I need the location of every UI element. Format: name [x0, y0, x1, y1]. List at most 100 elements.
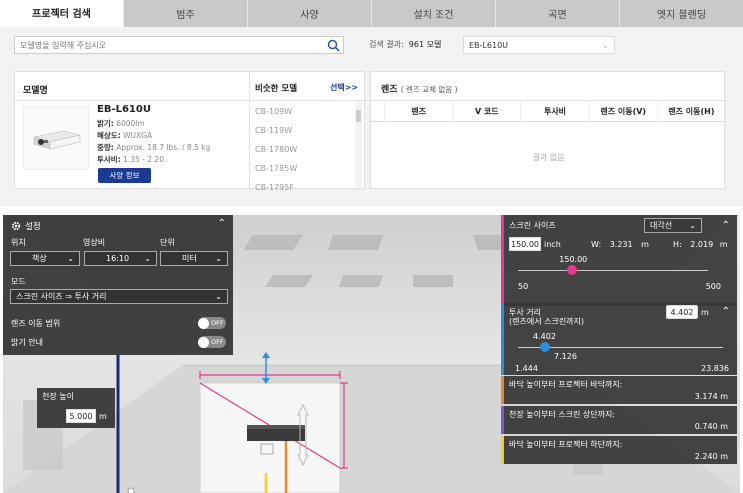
tab-category[interactable]: 범주	[124, 0, 248, 27]
result-label: 검색 결과:	[369, 40, 404, 49]
list-item[interactable]: CB-1780W	[255, 140, 355, 159]
chevron-down-icon: ⌄	[602, 40, 609, 50]
screen-type-select[interactable]: 대각선 ⌄	[644, 218, 702, 233]
result-count: 961 모델	[408, 40, 442, 49]
color-bar	[501, 406, 504, 434]
top-tab-bar: 프로젝터 검색 범주 사양 설치 조건 곡면 엣지 블렌딩	[0, 0, 743, 27]
slider-value-label: 150.00	[559, 255, 588, 264]
unit-label: 단위	[160, 238, 175, 247]
similar-models-header: 비슷한 모델	[255, 84, 298, 94]
column-header: 렌즈	[385, 101, 454, 121]
height-readout: H: 2.019 m	[673, 240, 728, 249]
spec-brightness: 밝기: 6000lm	[97, 118, 145, 129]
measurement-label: 천장 높이부터 스크린 상단까지:	[509, 410, 616, 419]
brightness-toggle[interactable]: OFF	[198, 336, 226, 348]
list-item[interactable]: CB-1785W	[255, 159, 355, 178]
tab-installation[interactable]: 설치 조건	[372, 0, 496, 27]
collapse-icon[interactable]: ⌃	[218, 218, 226, 229]
throw-sublabel: (렌즈에서 스크린까지)	[509, 317, 585, 326]
list-item[interactable]: CB-1795F	[255, 178, 355, 197]
aspect-value: 16:10	[106, 254, 130, 263]
spec-weight: 중량: Approx. 18.7 lbs. / 8.5 kg	[97, 142, 210, 153]
measurement-label: 바닥 높이부터 프로젝터 바닥까지:	[509, 380, 623, 389]
screen-size-input[interactable]: 150.00	[509, 237, 541, 251]
measurement-value: 3.174 m	[694, 392, 728, 401]
search-box	[14, 36, 344, 54]
throw-min-label: 4.402	[533, 332, 556, 341]
scroll-thumb[interactable]	[356, 110, 361, 122]
ceiling-unit: m	[99, 412, 107, 421]
measurement-label: 바닥 높이부터 프로젝터 하단까지:	[509, 440, 623, 449]
ceiling-height-box: 천장 높이 5.000 m	[37, 388, 115, 428]
divider	[15, 100, 366, 101]
tab-curved[interactable]: 곡면	[496, 0, 620, 27]
column-header: V 코드	[453, 101, 522, 121]
width-readout: W: 3.231 m	[591, 240, 649, 249]
tab-edge-blending[interactable]: 엣지 블렌딩	[620, 0, 743, 27]
slider-min: 1.444	[515, 364, 538, 373]
toggle-state: OFF	[211, 338, 224, 346]
model-select[interactable]: EB-L610U ⌄	[463, 36, 615, 54]
lens-title-text: 렌즈	[381, 85, 398, 95]
settings-panel: 설정 ⌃ 위치 영상비 단위 책상 ⌄ 16:10 ⌄ 미터 ⌄ 모드 스크린 사이즈…	[3, 215, 233, 355]
lens-box: 렌즈 ( 렌즈 교체 없음 ) 렌즈 V 코드 투사비 렌즈 이동(V) 렌즈 …	[370, 71, 727, 189]
position-select[interactable]: 책상 ⌄	[10, 251, 80, 266]
model-name: EB-L610U	[97, 104, 151, 115]
throw-slider-knob[interactable]	[540, 342, 551, 352]
throw-distance-section: 투사 거리 (렌즈에서 스크린까지) 4.402 m ⌃ 4.402 7.126…	[501, 303, 737, 375]
select-link[interactable]: 선택>>	[330, 82, 358, 93]
mode-select[interactable]: 스크린 사이즈 ⇒ 투사 거리 ⌄	[10, 289, 228, 304]
chevron-down-icon: ⌄	[215, 292, 222, 301]
color-bar	[501, 436, 504, 464]
screen-size-slider-track[interactable]	[518, 270, 708, 271]
unit-value: 미터	[182, 254, 197, 263]
toggle-state: OFF	[211, 319, 224, 327]
gear-icon	[11, 221, 21, 231]
w-unit: m	[641, 240, 649, 249]
spec-value: Approx. 18.7 lbs. / 8.5 kg	[116, 143, 211, 152]
screen-size-slider-knob[interactable]	[567, 265, 578, 275]
chevron-down-icon: ⌄	[215, 254, 222, 263]
spec-info-button[interactable]: 사양 정보	[98, 168, 151, 183]
throw-max-label: 7.126	[554, 352, 577, 361]
ceiling-to-screen-section: 천장 높이부터 스크린 상단까지: 0.740 m	[501, 406, 737, 434]
h-label: H:	[673, 240, 682, 249]
ceiling-height-input[interactable]: 5.000	[66, 409, 96, 423]
throw-distance-input[interactable]: 4.402	[666, 305, 698, 319]
search-input[interactable]	[15, 37, 323, 53]
aspect-label: 영상비	[83, 238, 106, 247]
chevron-down-icon: ⌄	[144, 254, 151, 263]
slider-max: 500	[705, 282, 721, 291]
spec-value: WUXGA	[123, 131, 153, 140]
spec-label: 투사비:	[97, 155, 121, 164]
toggle-knob	[198, 317, 209, 329]
list-item[interactable]: CB-109W	[255, 102, 355, 121]
scrollbar[interactable]	[355, 102, 362, 187]
projector-image	[23, 106, 89, 170]
lens-table-header: 렌즈 V 코드 투사비 렌즈 이동(V) 렌즈 이동(H)	[371, 100, 727, 122]
tab-specs[interactable]: 사양	[248, 0, 372, 27]
search-icon[interactable]	[323, 37, 343, 53]
list-item[interactable]: CB-119W	[255, 121, 355, 140]
tab-projector-search[interactable]: 프로젝터 검색	[0, 0, 124, 27]
inch-unit: inch	[544, 240, 561, 249]
similar-models-list: CB-109W CB-119W CB-1780W CB-1785W CB-179…	[255, 102, 355, 197]
color-bar	[501, 215, 504, 306]
model-select-value: EB-L610U	[469, 40, 509, 50]
header-spacer	[371, 101, 385, 121]
mode-label: 모드	[11, 277, 26, 286]
unit-select[interactable]: 미터 ⌄	[160, 251, 228, 266]
aspect-select[interactable]: 16:10 ⌄	[84, 251, 157, 266]
lens-shift-label: 렌즈 이동 범위	[11, 319, 61, 328]
floor-to-projector-bottom-section: 바닥 높이부터 프로젝터 하단까지: 2.240 m	[501, 436, 737, 464]
collapse-icon[interactable]: ⌃	[722, 220, 730, 231]
spec-resolution: 해상도: WUXGA	[97, 130, 152, 141]
slider-min: 50	[518, 282, 529, 291]
measurement-value: 0.740 m	[694, 422, 728, 431]
collapse-icon[interactable]: ⌃	[722, 306, 730, 317]
settings-title: 설정	[11, 220, 41, 232]
lens-shift-toggle[interactable]: OFF	[198, 317, 226, 329]
spec-label: 밝기:	[97, 119, 114, 128]
screen-size-label: 스크린 사이즈	[509, 221, 556, 230]
h-value: 2.019	[690, 240, 714, 249]
